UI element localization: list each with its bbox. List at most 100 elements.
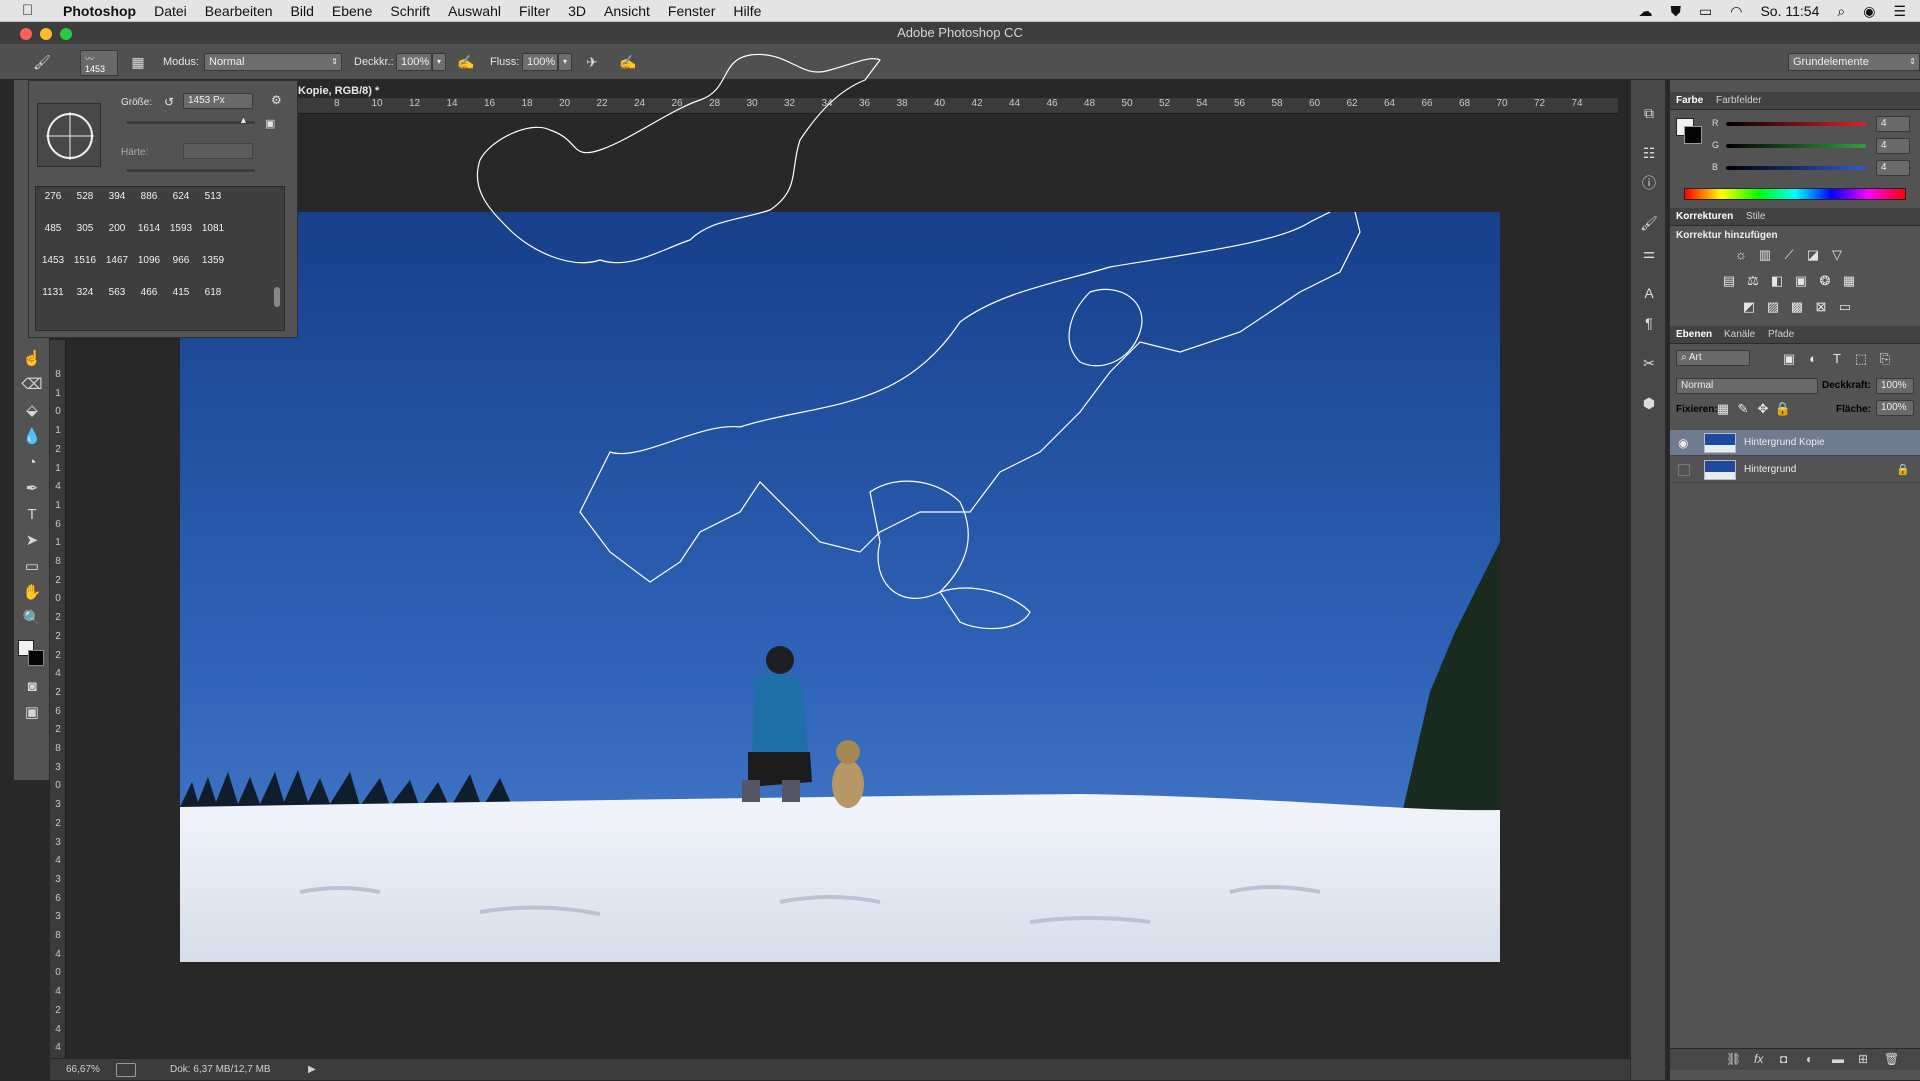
status-info-icon[interactable] — [116, 1063, 136, 1077]
character-icon[interactable]: A — [1637, 282, 1661, 304]
brush-preset[interactable]: 1096 — [134, 255, 164, 266]
modus-select[interactable]: Normal ⇕ — [204, 53, 342, 71]
menu-hilfe[interactable]: Hilfe — [724, 3, 770, 19]
properties-icon[interactable]: ☷ — [1637, 142, 1661, 164]
zoom-level[interactable]: 66,67% — [66, 1059, 100, 1081]
shield-icon[interactable]: ⛊ — [1671, 3, 1682, 20]
tab-stile[interactable]: Stile — [1746, 211, 1765, 222]
menu-datei[interactable]: Datei — [145, 3, 196, 19]
menu-app-photoshop[interactable]: Photoshop — [54, 3, 145, 19]
blend-mode-select[interactable]: Normal — [1676, 378, 1818, 394]
cloud-status-icon[interactable]: ☁ — [1639, 3, 1653, 20]
opacity-input[interactable]: 100% — [1876, 378, 1914, 394]
brush-preset[interactable]: 276 — [38, 191, 68, 202]
vertical-ruler[interactable]: 8 1 0 1 2 1 4 1 6 1 8 2 0 2 2 2 4 2 6 2 8 3 0 3 2 3 4 3 6 3 8 4 0 4 2 4 4 — [50, 340, 66, 1060]
brush-presets-icon[interactable]: ⚌ — [1637, 242, 1661, 264]
brush-preset[interactable]: 1467 — [102, 255, 132, 266]
brush-preset[interactable]: 485 — [38, 223, 68, 234]
brush-tool-preset-icon[interactable]: 🖌 — [32, 53, 52, 71]
brush-preset[interactable]: 1081 — [198, 223, 228, 234]
deckkraft-dropdown[interactable]: ▾ — [432, 53, 446, 71]
3d-icon[interactable]: ⬢ — [1637, 392, 1661, 414]
background-color-swatch[interactable] — [1684, 126, 1702, 144]
vibrance-icon[interactable]: ▽ — [1828, 246, 1846, 264]
zoom-tool-icon[interactable]: 🔍 — [20, 608, 44, 630]
r-slider[interactable] — [1726, 122, 1866, 126]
eraser-tool-icon[interactable]: ⌫ — [20, 374, 44, 396]
layer-row-hintergrund[interactable]: Hintergrund 🔒 — [1670, 457, 1920, 483]
color-spectrum[interactable] — [1684, 188, 1906, 200]
brush-preset[interactable]: 324 — [70, 287, 100, 298]
tab-farbe[interactable]: Farbe — [1676, 95, 1703, 106]
status-menu-arrow-icon[interactable]: ▶ — [308, 1059, 316, 1081]
hardness-slider[interactable] — [127, 169, 255, 172]
airplay-icon[interactable]: ▭ — [1699, 3, 1712, 20]
siri-icon[interactable]: ◉ — [1863, 3, 1875, 20]
size-slider[interactable] — [127, 121, 255, 124]
brush-panel-toggle-icon[interactable]: ▦ — [128, 53, 148, 71]
brush-preset[interactable]: 563 — [102, 287, 132, 298]
brush-panel-icon[interactable]: 🖌 — [1637, 212, 1661, 234]
exposure-icon[interactable]: ◪ — [1804, 246, 1822, 264]
filter-shape-icon[interactable]: ⬚ — [1852, 350, 1870, 368]
levels-icon[interactable]: ▥ — [1756, 246, 1774, 264]
layer-row-hintergrund-kopie[interactable]: ◉ Hintergrund Kopie — [1670, 430, 1920, 456]
filter-type-icon[interactable]: T — [1828, 350, 1846, 368]
doc-size[interactable]: Dok: 6,37 MB/12,7 MB — [170, 1059, 271, 1081]
hue-saturation-icon[interactable]: ▤ — [1720, 272, 1738, 290]
menu-filter[interactable]: Filter — [510, 3, 559, 19]
brush-preset[interactable]: 618 — [198, 287, 228, 298]
menu-auswahl[interactable]: Auswahl — [439, 3, 510, 19]
wifi-icon[interactable]: ◠ — [1730, 3, 1742, 20]
brush-preset[interactable]: 624 — [166, 191, 196, 202]
pen-tool-icon[interactable]: ✒ — [20, 478, 44, 500]
paint-bucket-tool-icon[interactable]: ⬙ — [20, 400, 44, 422]
fx-icon[interactable]: fx — [1754, 1052, 1763, 1066]
size-input[interactable]: 1453 Px — [183, 93, 253, 109]
layer-name[interactable]: Hintergrund — [1744, 457, 1796, 483]
new-preset-icon[interactable]: ▣ — [265, 117, 275, 130]
channel-mixer-icon[interactable]: ❂ — [1816, 272, 1834, 290]
background-color-swatch[interactable] — [28, 650, 44, 666]
brush-tip-preview[interactable] — [37, 103, 101, 167]
quick-mask-icon[interactable]: ◙ — [20, 676, 44, 698]
menu-3d[interactable]: 3D — [559, 3, 595, 19]
layer-name[interactable]: Hintergrund Kopie — [1744, 430, 1825, 456]
paragraph-icon[interactable]: ¶ — [1637, 312, 1661, 334]
menu-ebene[interactable]: Ebene — [323, 3, 381, 19]
brush-preset[interactable]: 305 — [70, 223, 100, 234]
brush-preset[interactable]: 513 — [198, 191, 228, 202]
tab-ebenen[interactable]: Ebenen — [1676, 329, 1712, 340]
rectangle-tool-icon[interactable]: ▭ — [20, 556, 44, 578]
brush-preset[interactable]: 200 — [102, 223, 132, 234]
zoom-window-button[interactable] — [60, 28, 72, 40]
layer-thumbnail[interactable] — [1704, 460, 1736, 480]
r-input[interactable]: 4 — [1876, 116, 1910, 132]
g-slider[interactable] — [1726, 144, 1866, 148]
dodge-tool-icon[interactable]: ◔ — [20, 452, 44, 474]
b-input[interactable]: 4 — [1876, 160, 1910, 176]
link-layers-icon[interactable]: ⛓ — [1726, 1052, 1741, 1066]
brush-preset[interactable]: 966 — [166, 255, 196, 266]
photo-filter-icon[interactable]: ▣ — [1792, 272, 1810, 290]
workspace-select[interactable]: Grundelemente ⇕ — [1788, 53, 1920, 71]
curves-icon[interactable]: ⟋ — [1780, 246, 1798, 264]
tab-kanaele[interactable]: Kanäle — [1724, 329, 1755, 340]
brush-preset[interactable]: 886 — [134, 191, 164, 202]
invert-icon[interactable]: ◩ — [1740, 298, 1758, 316]
brush-preset[interactable]: 394 — [102, 191, 132, 202]
new-layer-icon[interactable]: ⊞ — [1858, 1052, 1868, 1066]
hand-tool-icon[interactable]: ✋ — [20, 582, 44, 604]
gradient-map-icon[interactable]: ▭ — [1836, 298, 1854, 316]
color-lookup-icon[interactable]: ▦ — [1840, 272, 1858, 290]
brush-preset[interactable]: 1516 — [70, 255, 100, 266]
history-icon[interactable]: ⧉ — [1637, 102, 1661, 124]
smudge-tool-icon[interactable]: ☝ — [20, 348, 44, 370]
tool-presets-icon[interactable]: ✂ — [1637, 352, 1661, 374]
spotlight-search-icon[interactable]: ⌕ — [1837, 3, 1845, 20]
menu-bearbeiten[interactable]: Bearbeiten — [196, 3, 282, 19]
menu-bild[interactable]: Bild — [282, 3, 323, 19]
new-group-icon[interactable]: ▬ — [1832, 1052, 1844, 1066]
filter-adjustment-icon[interactable]: ◐ — [1804, 350, 1822, 368]
image-canvas[interactable] — [180, 212, 1500, 962]
